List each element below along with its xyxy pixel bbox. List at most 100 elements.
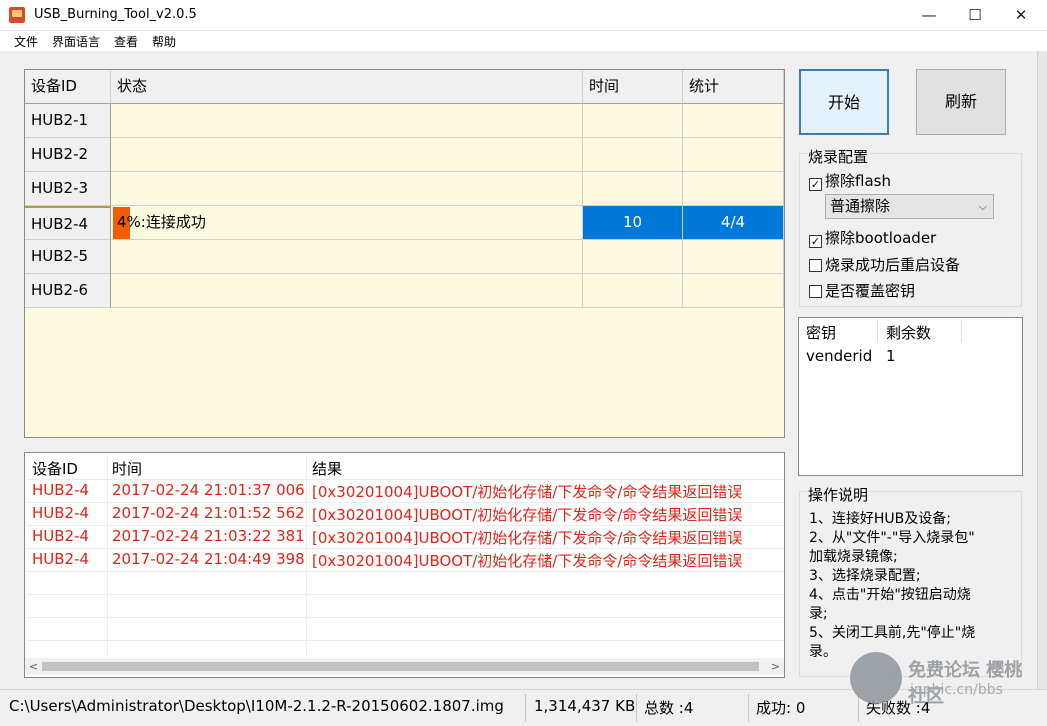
log-horizontal-scrollbar[interactable]: < > [25, 658, 784, 675]
key-header[interactable]: 密钥 [806, 322, 836, 343]
device-status-cell[interactable] [111, 104, 583, 138]
app-icon [9, 7, 25, 23]
device-count-cell[interactable] [683, 138, 784, 172]
log-grid-line [27, 548, 784, 549]
scroll-right-icon[interactable]: > [767, 658, 784, 675]
device-time-cell[interactable] [583, 274, 683, 308]
overwrite-key-checkbox[interactable]: 是否覆盖密钥 [809, 280, 915, 301]
log-result-cell[interactable]: [0x30201004]UBOOT/初始化存储/下发命令/命令结果返回错误 [312, 527, 757, 548]
status-separator [748, 694, 749, 722]
device-time-cell[interactable] [583, 138, 683, 172]
erase-mode-select[interactable]: 普通擦除 ⌵ [825, 194, 994, 219]
log-header-device[interactable]: 设备ID [32, 458, 78, 479]
log-grid-line [27, 594, 784, 595]
device-count-cell[interactable] [683, 240, 784, 274]
maximize-button[interactable]: ☐ [952, 0, 998, 31]
instruction-line: 3、选择烧录配置; [809, 568, 921, 584]
instructions-title: 操作说明 [807, 484, 870, 505]
device-time-cell[interactable]: 10 [583, 206, 683, 240]
close-button[interactable]: ✕ [998, 0, 1044, 31]
key-table-divider [877, 320, 878, 342]
device-id-cell[interactable]: HUB2-2 [25, 138, 111, 172]
log-grid-line [27, 640, 784, 641]
log-header-time[interactable]: 时间 [112, 458, 142, 479]
log-time-cell[interactable]: 2017-02-24 21:01:52 562 [112, 504, 306, 522]
log-result-cell[interactable]: [0x30201004]UBOOT/初始化存储/下发命令/命令结果返回错误 [312, 550, 757, 571]
device-count-cell[interactable] [683, 274, 784, 308]
log-grid-line [27, 479, 784, 480]
log-result-cell[interactable]: [0x30201004]UBOOT/初始化存储/下发命令/命令结果返回错误 [312, 481, 757, 502]
device-status-cell[interactable] [111, 172, 583, 206]
image-size: 1,314,437 KB [534, 697, 636, 715]
success-count: 成功: 0 [756, 699, 806, 717]
key-cell[interactable]: venderid [806, 347, 872, 365]
log-result-cell[interactable]: [0x30201004]UBOOT/初始化存储/下发命令/命令结果返回错误 [312, 504, 757, 525]
device-id-cell[interactable]: HUB2-5 [25, 240, 111, 274]
start-button[interactable]: 开始 [799, 69, 889, 135]
remaining-cell[interactable]: 1 [886, 347, 896, 365]
chevron-down-icon: ⌵ [978, 200, 987, 213]
log-header-result[interactable]: 结果 [312, 458, 342, 479]
device-id-cell[interactable]: HUB2-1 [25, 104, 111, 138]
log-id-cell[interactable]: HUB2-4 [32, 527, 110, 545]
overwrite-key-label: 是否覆盖密钥 [825, 282, 916, 300]
total-count: 总数 :4 [644, 699, 694, 717]
status-separator [636, 694, 637, 722]
watermark-logo-icon [850, 652, 902, 704]
status-separator [525, 694, 526, 722]
log-time-cell[interactable]: 2017-02-24 21:04:49 398 [112, 550, 306, 568]
key-table-divider [961, 320, 962, 342]
key-table[interactable]: 密钥 剩余数 venderid 1 [798, 317, 1023, 476]
device-status-cell[interactable]: 4%:连接成功 [111, 206, 583, 240]
erase-flash-checkbox[interactable]: ✓ 擦除flash [809, 170, 891, 191]
erase-mode-value: 普通擦除 [830, 197, 891, 215]
minimize-button[interactable]: — [906, 0, 952, 31]
scrollbar-thumb[interactable] [42, 662, 759, 671]
log-grid-line [306, 456, 307, 656]
remaining-header[interactable]: 剩余数 [886, 322, 931, 343]
watermark-url: inphic.cn/bbs [910, 682, 1003, 698]
erase-bootloader-checkbox[interactable]: ✓ 擦除bootloader [809, 227, 936, 248]
device-count-cell[interactable] [683, 104, 784, 138]
log-time-cell[interactable]: 2017-02-24 21:03:22 381 [112, 527, 306, 545]
overwrite-key-box-icon [809, 285, 822, 298]
log-grid-line [27, 571, 784, 572]
grid-header-time[interactable]: 时间 [583, 70, 683, 104]
log-time-cell[interactable]: 2017-02-24 21:01:37 006 [112, 481, 306, 499]
reboot-after-checkbox[interactable]: 烧录成功后重启设备 [809, 254, 960, 275]
device-time-cell[interactable] [583, 104, 683, 138]
instruction-line: 录; [809, 606, 828, 622]
device-time-cell[interactable] [583, 240, 683, 274]
device-id-cell[interactable]: HUB2-3 [25, 172, 111, 206]
grid-header-count[interactable]: 统计 [683, 70, 784, 104]
log-grid-line [27, 617, 784, 618]
refresh-button[interactable]: 刷新 [916, 69, 1006, 135]
device-time-cell[interactable] [583, 172, 683, 206]
menu-help[interactable]: 帮助 [152, 33, 176, 50]
log-id-cell[interactable]: HUB2-4 [32, 504, 110, 522]
device-count-cell[interactable] [683, 172, 784, 206]
reboot-after-box-icon [809, 259, 822, 272]
menu-language[interactable]: 界面语言 [52, 33, 100, 50]
device-id-cell[interactable]: HUB2-6 [25, 274, 111, 308]
erase-flash-label: 擦除flash [825, 172, 891, 190]
grid-header-status[interactable]: 状态 [111, 70, 583, 104]
device-status-cell[interactable] [111, 138, 583, 172]
grid-header-device[interactable]: 设备ID [25, 70, 111, 104]
burn-config-title: 烧录配置 [807, 146, 870, 167]
erase-bootloader-check-icon: ✓ [809, 235, 822, 248]
erase-flash-check-icon: ✓ [809, 178, 822, 191]
instruction-line: 5、关闭工具前,先"停止"烧 [809, 625, 976, 641]
device-status-cell[interactable] [111, 274, 583, 308]
reboot-after-label: 烧录成功后重启设备 [825, 256, 961, 274]
device-status-cell[interactable] [111, 240, 583, 274]
device-count-cell[interactable]: 4/4 [683, 206, 784, 240]
device-id-cell[interactable]: HUB2-4 [25, 206, 111, 240]
log-id-cell[interactable]: HUB2-4 [32, 481, 110, 499]
window-title: USB_Burning_Tool_v2.0.5 [34, 7, 197, 22]
menu-file[interactable]: 文件 [14, 33, 38, 50]
erase-bootloader-label: 擦除bootloader [825, 229, 937, 247]
log-id-cell[interactable]: HUB2-4 [32, 550, 110, 568]
scroll-left-icon[interactable]: < [25, 658, 42, 675]
menu-view[interactable]: 查看 [114, 33, 138, 50]
